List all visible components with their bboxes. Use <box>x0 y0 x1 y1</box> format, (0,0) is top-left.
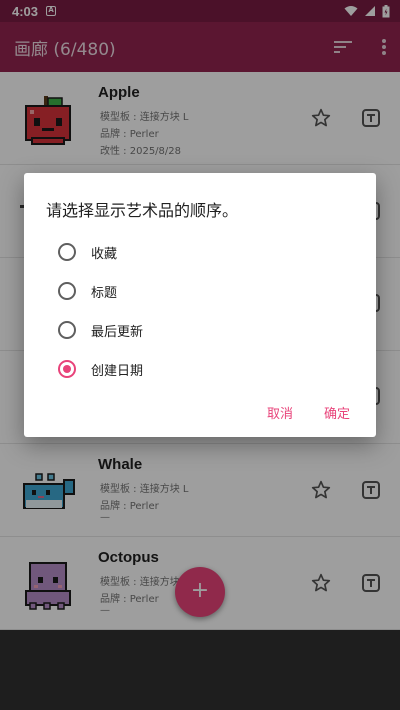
sort-option-created-date[interactable]: 创建日期 <box>58 357 143 381</box>
cancel-button[interactable]: 取消 <box>267 403 293 422</box>
radio-button[interactable] <box>58 282 76 300</box>
ok-button[interactable]: 确定 <box>324 403 350 422</box>
sort-order-dialog: 请选择显示艺术品的顺序。 收藏 标题 最后更新 创建日期 取消 确定 <box>24 173 376 437</box>
radio-label: 创建日期 <box>91 363 144 379</box>
radio-button-selected[interactable] <box>58 360 76 378</box>
sort-option-title[interactable]: 标题 <box>58 279 117 303</box>
radio-label: 收藏 <box>91 246 118 262</box>
radio-label: 最后更新 <box>91 324 144 340</box>
dialog-title: 请选择显示艺术品的顺序。 <box>46 201 239 220</box>
sort-option-last-updated[interactable]: 最后更新 <box>58 318 143 342</box>
radio-button[interactable] <box>58 243 76 261</box>
radio-button[interactable] <box>58 321 76 339</box>
radio-label: 标题 <box>91 285 118 301</box>
sort-option-favorites[interactable]: 收藏 <box>58 240 117 264</box>
navigation-bar-area <box>0 630 400 710</box>
